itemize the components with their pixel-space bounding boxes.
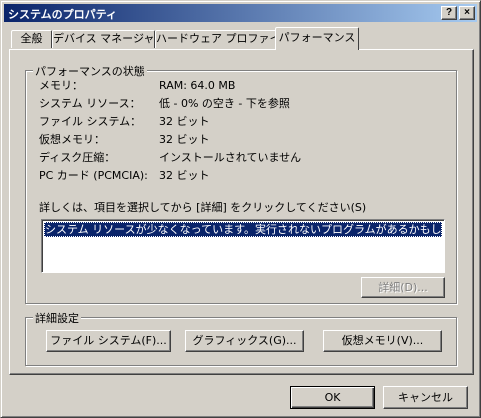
performance-status-title: パフォーマンスの状態 — [33, 63, 147, 79]
details-listbox[interactable]: システム リソースが少なくなっています。実行されないプログラムがあるかもしれませ… — [41, 219, 445, 273]
virtual-memory-button[interactable]: 仮想メモリ(V)... — [323, 330, 442, 352]
list-item[interactable]: システム リソースが少なくなっています。実行されないプログラムがあるかもしれませ… — [44, 222, 442, 237]
tab-performance[interactable]: パフォーマンス — [275, 27, 359, 50]
system-properties-window: システムのプロパティ ? × 全般 デバイス マネージャ ハードウェア プロファ… — [0, 0, 481, 418]
virtual-memory-label: 仮想メモリ： — [39, 133, 105, 146]
pc-card-label: PC カード (PCMCIA): — [39, 169, 148, 182]
memory-label: メモリ： — [39, 79, 83, 92]
virtual-memory-value: 32 ビット — [159, 133, 210, 146]
pc-card-value: 32 ビット — [159, 169, 210, 182]
disk-compression-label: ディスク圧縮： — [39, 151, 116, 164]
window-title: システムのプロパティ — [8, 8, 118, 21]
disk-compression-value: インストールされていません — [159, 151, 302, 164]
system-resources-label: システム リソース： — [39, 97, 141, 110]
file-system-label: ファイル システム： — [39, 115, 142, 128]
details-button[interactable]: 詳細(D)... — [361, 277, 445, 298]
tab-device-manager[interactable]: デバイス マネージャ — [52, 30, 155, 48]
advanced-settings-title: 詳細設定 — [33, 310, 81, 326]
memory-value: RAM: 64.0 MB — [159, 79, 236, 92]
help-button[interactable]: ? — [441, 6, 457, 20]
ok-button[interactable]: OK — [290, 386, 375, 409]
cancel-button[interactable]: キャンセル — [383, 386, 468, 409]
file-system-button[interactable]: ファイル システム(F)... — [46, 330, 171, 352]
help-icon: ? — [445, 7, 453, 18]
graphics-button[interactable]: グラフィックス(G)... — [185, 330, 304, 352]
tab-general[interactable]: 全般 — [11, 30, 52, 48]
tab-hardware-profiles[interactable]: ハードウェア プロファイル — [155, 30, 292, 48]
file-system-value: 32 ビット — [159, 115, 210, 128]
system-resources-value: 低 - 0% の空き - 下を参照 — [159, 97, 290, 110]
close-button[interactable]: × — [459, 6, 475, 20]
details-prompt: 詳しくは、項目を選択してから [詳細] をクリックしてください(S) — [39, 201, 367, 214]
title-bar[interactable]: システムのプロパティ ? × — [4, 4, 477, 22]
close-icon: × — [464, 7, 470, 18]
